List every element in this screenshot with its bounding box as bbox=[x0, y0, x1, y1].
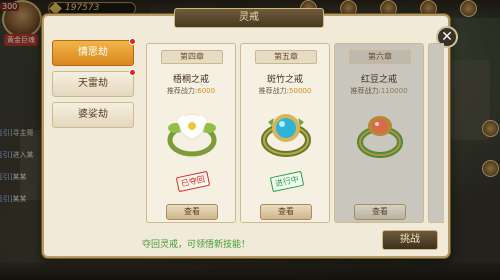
status-stamp-in-progress: 进行中 bbox=[269, 170, 305, 193]
ring-name: 斑竹之戒 bbox=[266, 75, 303, 85]
recommended-power: 推荐战力:110000 bbox=[350, 87, 408, 95]
challenge-button[interactable]: 挑战 bbox=[382, 230, 438, 250]
menu-item-qingsi[interactable]: 情思劫 bbox=[52, 38, 136, 66]
ring-name: 红豆之戒 bbox=[360, 75, 397, 85]
modal-title: 灵戒 bbox=[174, 8, 324, 28]
reward-tip: 夺回灵戒，可领悟新技能！ bbox=[142, 240, 251, 250]
spirit-ring-modal: 灵戒 ✕ 情思劫 天雷劫 婆娑劫 第四章 梧桐之戒 推荐战力:6000 已夺回 … bbox=[42, 8, 458, 258]
chapter-card[interactable]: 第四章 梧桐之戒 推荐战力:6000 已夺回 查看 bbox=[146, 43, 236, 223]
view-button[interactable]: 查看 bbox=[260, 204, 312, 220]
chapter-label: 第六章 bbox=[349, 50, 411, 64]
chapter-card-partial[interactable] bbox=[428, 43, 444, 223]
status-stamp-recovered: 已夺回 bbox=[175, 170, 211, 193]
menu-item-tianlei[interactable]: 天雷劫 bbox=[52, 69, 136, 97]
wutong-ring-icon bbox=[167, 113, 217, 157]
notification-dot bbox=[129, 38, 136, 45]
banzhu-ring-icon bbox=[261, 114, 311, 157]
hongdou-ring-icon bbox=[357, 116, 403, 158]
ring-name: 梧桐之戒 bbox=[172, 75, 209, 85]
chapter-label: 第五章 bbox=[255, 50, 317, 64]
view-button[interactable]: 查看 bbox=[354, 204, 406, 220]
chapter-card[interactable]: 第六章 红豆之戒 推荐战力:110000 查看 bbox=[334, 43, 424, 223]
chapter-card[interactable]: 第五章 斑竹之戒 推荐战力:50000 进行中 查看 bbox=[240, 43, 330, 223]
recommended-power: 推荐战力:6000 bbox=[166, 87, 216, 95]
chapter-card-list[interactable]: 第四章 梧桐之戒 推荐战力:6000 已夺回 查看 第五章 斑竹之戒 推荐战力:… bbox=[142, 43, 444, 223]
chapter-label: 第四章 bbox=[161, 50, 223, 64]
notification-dot bbox=[129, 69, 136, 76]
recommended-power: 推荐战力:50000 bbox=[258, 87, 312, 95]
trial-menu: 情思劫 天雷劫 婆娑劫 bbox=[52, 38, 136, 133]
view-button[interactable]: 查看 bbox=[166, 204, 218, 220]
menu-item-posuo[interactable]: 婆娑劫 bbox=[52, 102, 134, 128]
